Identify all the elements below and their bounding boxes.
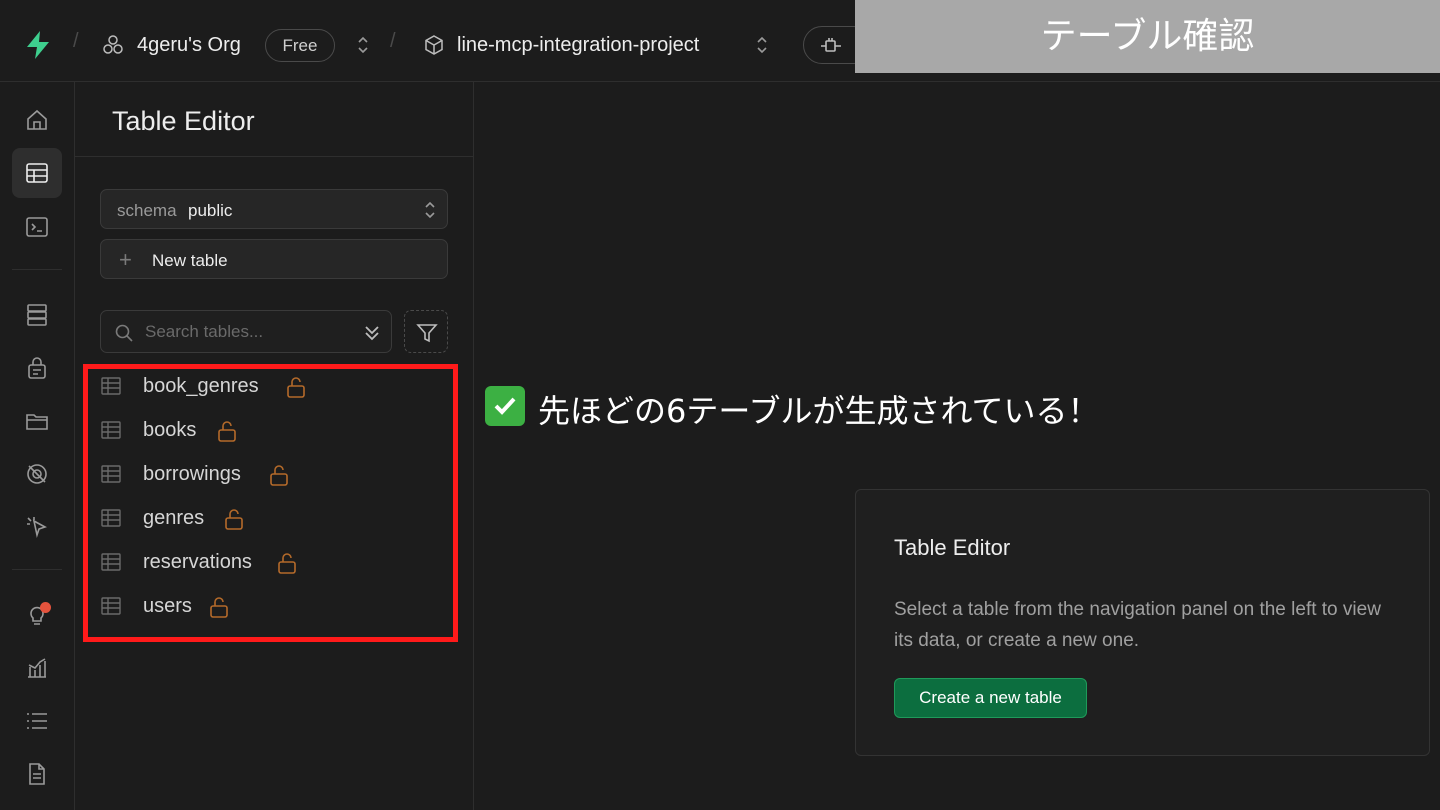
schema-selector[interactable]: schema public <box>100 189 448 229</box>
annotation-text: 先ほどの6テーブルが生成されている！ <box>538 392 1100 430</box>
nav-authentication[interactable] <box>12 343 62 393</box>
storage-icon <box>26 414 48 430</box>
nav-sql-editor[interactable] <box>12 202 62 252</box>
nav-table-editor[interactable] <box>12 148 62 198</box>
rail-divider <box>12 569 62 570</box>
nav-reports[interactable] <box>12 643 62 693</box>
supabase-logo-icon[interactable] <box>22 29 54 61</box>
chevron-double-down-icon[interactable] <box>363 323 381 343</box>
plug-icon <box>821 38 841 52</box>
empty-state-card: Table Editor Select a table from the nav… <box>855 489 1430 756</box>
chevron-updown-icon <box>425 201 435 219</box>
new-table-label: New table <box>152 251 228 270</box>
nav-edge-functions[interactable] <box>12 502 62 552</box>
plan-badge: Free <box>265 29 335 62</box>
slide-overlay-title: テーブル確認 <box>855 0 1440 73</box>
top-bar: / 4geru's Org Free / line-mcp-integratio… <box>0 0 1440 82</box>
search-input[interactable] <box>145 319 345 345</box>
nav-database[interactable] <box>12 290 62 340</box>
filter-button[interactable] <box>404 310 448 353</box>
project-switcher-chevron-icon[interactable] <box>755 34 769 56</box>
org-switcher-chevron-icon[interactable] <box>356 34 370 56</box>
nav-storage[interactable] <box>12 396 62 446</box>
home-icon <box>27 109 47 130</box>
schema-value: public <box>188 201 233 220</box>
realtime-icon <box>27 464 47 484</box>
panel-divider <box>75 156 474 157</box>
nav-docs[interactable] <box>12 749 62 799</box>
project-box-icon <box>425 35 443 55</box>
auth-icon <box>28 357 46 379</box>
nav-logs[interactable] <box>12 696 62 746</box>
sql-editor-icon <box>26 217 48 237</box>
nav-realtime[interactable] <box>12 449 62 499</box>
org-name[interactable]: 4geru's Org <box>137 34 241 57</box>
new-table-button[interactable]: + New table <box>100 239 448 279</box>
search-tables-box[interactable] <box>100 310 392 353</box>
nav-rail <box>0 82 75 810</box>
edge-functions-icon <box>27 517 47 539</box>
notification-dot <box>40 602 51 613</box>
logs-icon <box>27 713 47 729</box>
project-name[interactable]: line-mcp-integration-project <box>457 34 699 57</box>
breadcrumb-separator: / <box>73 30 79 52</box>
docs-icon <box>29 763 45 785</box>
reports-icon <box>28 658 46 678</box>
breadcrumb-separator: / <box>390 30 396 52</box>
highlight-box <box>83 364 458 642</box>
organization-icon <box>103 35 123 54</box>
rail-divider <box>12 269 62 270</box>
panel-title: Table Editor <box>112 106 255 136</box>
app-window: / 4geru's Org Free / line-mcp-integratio… <box>0 0 1440 810</box>
nav-home[interactable] <box>12 95 62 145</box>
nav-advisors[interactable] <box>12 590 62 640</box>
schema-label: schema <box>117 201 177 220</box>
database-icon <box>27 304 47 326</box>
table-editor-icon <box>26 163 48 183</box>
filter-icon <box>416 324 438 343</box>
card-description: Select a table from the navigation panel… <box>894 599 1381 651</box>
check-mark-icon <box>485 386 525 426</box>
plus-icon: + <box>119 247 132 272</box>
create-table-button[interactable]: Create a new table <box>894 678 1087 718</box>
card-title: Table Editor <box>894 535 1011 560</box>
search-icon <box>115 324 133 342</box>
